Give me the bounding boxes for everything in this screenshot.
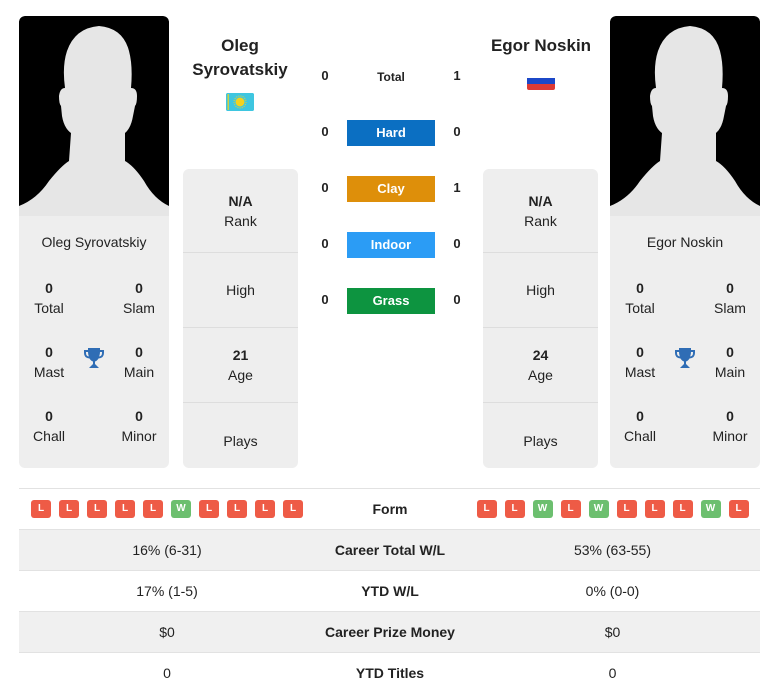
surface-badge-indoor: Indoor	[347, 232, 435, 258]
trophy-icon	[675, 348, 695, 368]
player2-card: Egor Noskin 0 Total 0 Slam 0 Mast 0 Main 0 Ch…	[610, 16, 760, 468]
h2h-p2-value: 0	[453, 292, 461, 307]
player1-titles: 0 Total 0 Slam 0 Mast 0 Main 0 Chall 0 Minor	[19, 278, 169, 468]
form-badge-win[interactable]: W	[532, 500, 553, 518]
plays-row: Plays	[523, 432, 558, 449]
player2-card-name: Egor Noskin	[646, 234, 724, 250]
player1-card: Oleg Syrovatskiy 0 Total 0 Slam 0 Mast 0 Mai…	[19, 16, 169, 468]
titles-minor: 0 Minor	[121, 408, 157, 444]
stat-label: YTD W/L	[361, 583, 419, 599]
high-row: High	[483, 253, 598, 328]
player1-stat: 16% (6-31)	[132, 542, 202, 558]
form-badge-loss[interactable]: L	[59, 500, 79, 518]
h2h-p1-value: 0	[321, 292, 329, 307]
player1-stat: 17% (1-5)	[136, 583, 198, 599]
player2-stat: 0	[608, 665, 617, 681]
player1-stat: $0	[159, 624, 175, 640]
kazakhstan-flag-icon	[226, 93, 254, 111]
h2h-row-indoor: 0 Indoor 0	[300, 232, 480, 258]
form-badge-loss[interactable]: L	[227, 500, 247, 518]
stats-row: 17% (1-5) YTD W/L 0% (0-0)	[19, 570, 760, 611]
player2-name[interactable]: Egor Noskin	[476, 34, 606, 58]
form-label: Form	[372, 501, 408, 517]
form-badge-loss[interactable]: L	[476, 500, 497, 518]
h2h-p1-value: 0	[321, 180, 329, 195]
form-badge-loss[interactable]: L	[115, 500, 135, 518]
player1-photo	[19, 16, 169, 216]
titles-total: 0 Total	[625, 280, 655, 316]
h2h-row-grass: 0 Grass 0	[300, 288, 480, 314]
player2-stat: $0	[604, 624, 621, 640]
titles-chall: 0 Chall	[624, 408, 656, 444]
form-badge-loss[interactable]: L	[560, 500, 581, 518]
player2-stat: 53% (63-55)	[573, 542, 652, 558]
form-badge-win[interactable]: W	[171, 500, 191, 518]
h2h-p1-value: 0	[321, 68, 329, 83]
avatar-silhouette-icon	[19, 26, 169, 216]
form-badge-loss[interactable]: L	[143, 500, 163, 518]
form-badge-win[interactable]: W	[700, 500, 721, 518]
player1-name[interactable]: Oleg Syrovatskiy	[175, 34, 305, 82]
h2h-row-hard: 0 Hard 0	[300, 120, 480, 146]
titles-mast: 0 Mast	[624, 344, 656, 380]
stat-label: Career Prize Money	[325, 624, 455, 640]
age-row: 21 Age	[183, 328, 298, 403]
form-badge-loss[interactable]: L	[616, 500, 637, 518]
stats-row: 16% (6-31) Career Total W/L 53% (63-55)	[19, 529, 760, 570]
player2-titles: 0 Total 0 Slam 0 Mast 0 Main 0 Chall 0 Minor	[610, 278, 760, 468]
titles-minor: 0 Minor	[712, 408, 748, 444]
form-badge-loss[interactable]: L	[255, 500, 275, 518]
titles-main: 0 Main	[714, 344, 746, 380]
russia-flag-icon	[527, 72, 555, 90]
form-badge-loss[interactable]: L	[283, 500, 303, 518]
rank-row: N/A Rank	[483, 169, 598, 253]
stats-row: 0 YTD Titles 0	[19, 652, 760, 693]
age-row: 24 Age	[483, 328, 598, 403]
form-badge-loss[interactable]: L	[504, 500, 525, 518]
player2-stat: 0% (0-0)	[585, 583, 640, 599]
stat-label: Career Total W/L	[334, 542, 446, 558]
h2h-p2-value: 1	[453, 68, 461, 83]
plays-row: Plays	[223, 432, 258, 449]
h2h-p1-value: 0	[321, 124, 329, 139]
h2h-p1-value: 0	[321, 236, 329, 251]
stats-table: LLLLLWLLLL Form LLWLWLLLWL 16% (6-31) Car…	[19, 488, 760, 693]
form-badge-win[interactable]: W	[588, 500, 609, 518]
h2h-row-total: 0 Total 1	[300, 64, 480, 90]
player1-card-name: Oleg Syrovatskiy	[41, 234, 147, 250]
form-badge-loss[interactable]: L	[644, 500, 665, 518]
titles-mast: 0 Mast	[33, 344, 65, 380]
trophy-icon	[84, 348, 104, 368]
form-badge-loss[interactable]: L	[199, 500, 219, 518]
h2h-p2-value: 0	[453, 124, 461, 139]
player1-form: LLLLLWLLLL	[19, 500, 315, 518]
h2h-p2-value: 1	[453, 180, 461, 195]
surface-badge-clay: Clay	[347, 176, 435, 202]
titles-slam: 0 Slam	[123, 280, 155, 316]
h2h-row-clay: 0 Clay 1	[300, 176, 480, 202]
titles-main: 0 Main	[123, 344, 155, 380]
titles-slam: 0 Slam	[714, 280, 746, 316]
high-row: High	[183, 253, 298, 328]
titles-chall: 0 Chall	[33, 408, 65, 444]
titles-total: 0 Total	[34, 280, 64, 316]
avatar-silhouette-icon	[610, 26, 760, 216]
form-badge-loss[interactable]: L	[87, 500, 107, 518]
surface-badge-hard: Hard	[347, 120, 435, 146]
h2h-p2-value: 0	[453, 236, 461, 251]
form-row: LLLLLWLLLL Form LLWLWLLLWL	[19, 488, 760, 529]
player2-info: N/A Rank High 24 Age Plays	[483, 169, 598, 468]
player2-photo	[610, 16, 760, 216]
surface-badge-grass: Grass	[347, 288, 435, 314]
player2-form: LLWLWLLLWL	[465, 500, 760, 518]
form-badge-loss[interactable]: L	[672, 500, 693, 518]
form-badge-loss[interactable]: L	[31, 500, 51, 518]
rank-row: N/A Rank	[183, 169, 298, 253]
surface-badge-total: Total	[377, 70, 405, 84]
stat-label: YTD Titles	[355, 665, 425, 681]
form-badge-loss[interactable]: L	[728, 500, 749, 518]
player1-info: N/A Rank High 21 Age Plays	[183, 169, 298, 468]
stats-row: $0 Career Prize Money $0	[19, 611, 760, 652]
player1-stat: 0	[163, 665, 171, 681]
